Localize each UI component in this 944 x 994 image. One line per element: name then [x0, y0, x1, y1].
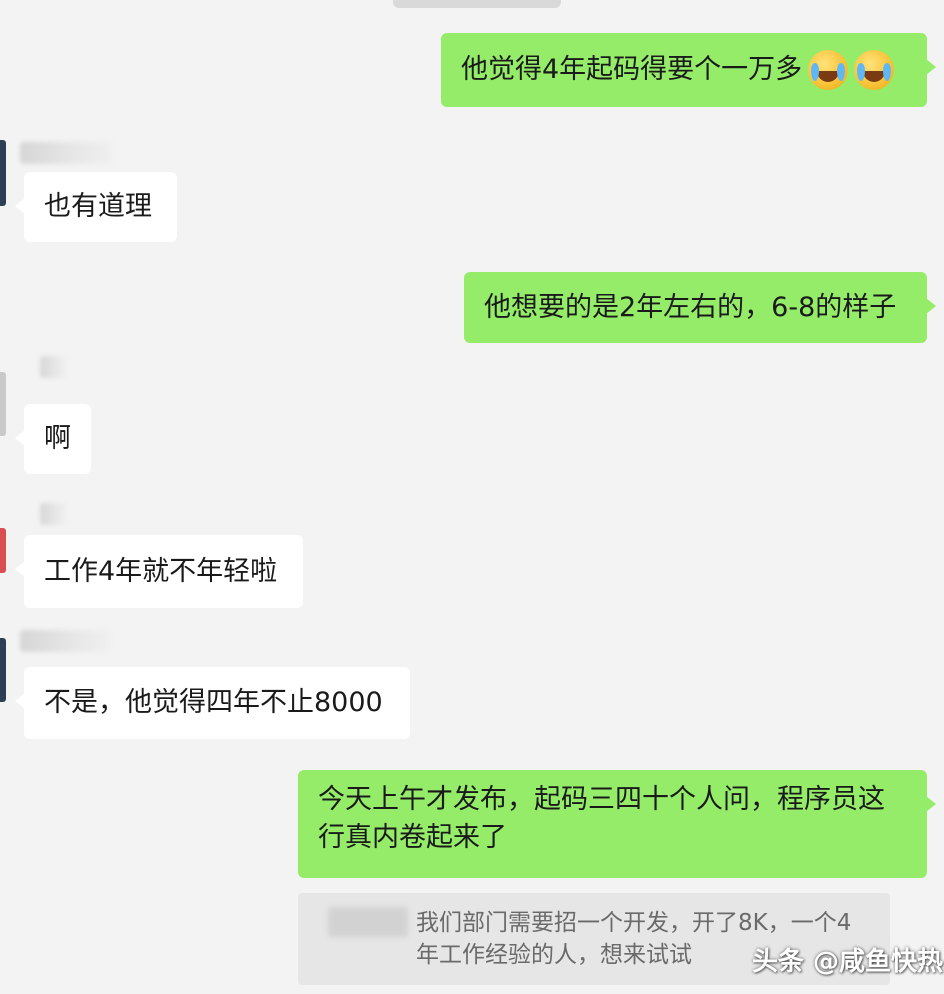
- message-bubble-received[interactable]: 啊: [15, 404, 91, 474]
- avatar[interactable]: [0, 372, 6, 436]
- message-text: 工作4年就不年轻啦: [44, 555, 278, 587]
- crying-laughing-emoji-icon: [854, 50, 895, 90]
- message-bubble-sent[interactable]: 他想要的是2年左右的，6-8的样子: [464, 272, 936, 343]
- sender-name-blurred: [20, 142, 112, 164]
- quoted-sender-blurred: [328, 907, 408, 937]
- message-text: 今天上午才发布，起码三四十个人问，程序员这行真内卷起来了: [318, 784, 885, 853]
- avatar[interactable]: [0, 638, 6, 702]
- crying-laughing-emoji-icon: [808, 50, 849, 90]
- avatar[interactable]: [0, 140, 6, 206]
- sender-name-blurred: [40, 356, 66, 378]
- avatar[interactable]: [0, 528, 6, 573]
- message-text: 不是，他觉得四年不止8000: [44, 687, 383, 718]
- message-bubble-received[interactable]: 也有道理: [15, 172, 177, 242]
- message-bubble-sent[interactable]: 今天上午才发布，起码三四十个人问，程序员这行真内卷起来了: [298, 770, 936, 878]
- sender-name-blurred: [20, 630, 110, 652]
- watermark: 头条 @咸鱼快热: [752, 947, 944, 977]
- message-bubble-received[interactable]: 工作4年就不年轻啦: [15, 535, 303, 608]
- message-text: 也有道理: [44, 191, 152, 222]
- message-text: 啊: [44, 423, 71, 454]
- message-text: 他想要的是2年左右的，6-8的样子: [484, 291, 897, 323]
- message-bubble-received[interactable]: 不是，他觉得四年不止8000: [15, 667, 410, 739]
- previous-message-edge: [393, 0, 561, 8]
- message-text: 他觉得4年起码得要个一万多: [461, 54, 803, 85]
- message-bubble-sent[interactable]: 他觉得4年起码得要个一万多: [441, 33, 936, 107]
- sender-name-blurred: [40, 503, 66, 525]
